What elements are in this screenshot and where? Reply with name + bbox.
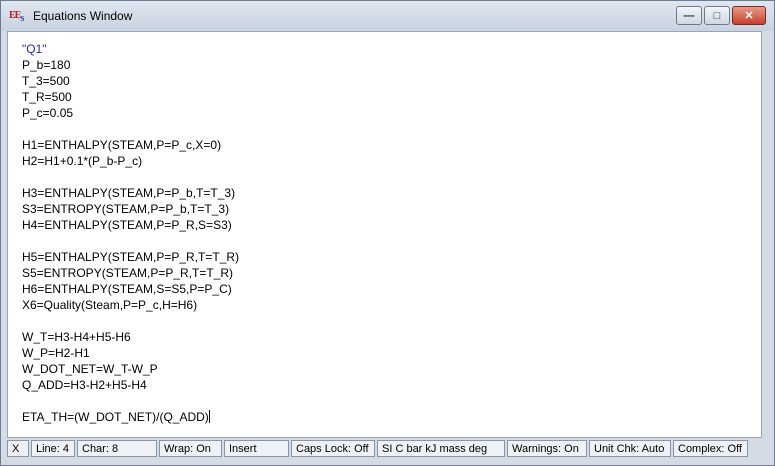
title-bar[interactable]: EES Equations Window — □ ✕ [1,1,774,31]
status-x: X [7,440,29,457]
blank-line[interactable] [22,233,239,249]
blank-line[interactable] [22,313,239,329]
close-button[interactable]: ✕ [732,6,766,25]
status-wrap[interactable]: Wrap: On [159,440,222,457]
equation-line[interactable]: W_DOT_NET=W_T-W_P [22,361,239,377]
equation-line[interactable]: W_P=H2-H1 [22,345,239,361]
equations-window: EES Equations Window — □ ✕ "Q1" P_b=180 T_… [0,0,775,466]
equation-line[interactable]: H6=ENTHALPY(STEAM,S=S5,P=P_C) [22,281,239,297]
equation-line[interactable]: ETA_TH=(W_DOT_NET)/(Q_ADD) [22,409,239,425]
equation-line[interactable]: Q_ADD=H3-H2+H5-H4 [22,377,239,393]
minimize-icon: — [683,9,695,22]
minimize-button[interactable]: — [676,6,702,25]
window-controls: — □ ✕ [676,6,766,26]
equation-line[interactable]: P_c=0.05 [22,105,239,121]
status-unit-check[interactable]: Unit Chk: Auto [589,440,671,457]
equation-line[interactable]: T_R=500 [22,89,239,105]
status-char: Char: 8 [77,440,157,457]
equation-line[interactable]: H4=ENTHALPY(STEAM,P=P_R,S=S3) [22,217,239,233]
maximize-icon: □ [713,9,721,22]
blank-line[interactable] [22,169,239,185]
status-bar: X Line: 4 Char: 8 Wrap: On Insert Caps L… [7,440,768,459]
equation-line[interactable]: S3=ENTROPY(STEAM,P=P_b,T=T_3) [22,201,239,217]
ees-app-icon[interactable]: EES [9,8,27,24]
equation-line[interactable]: P_b=180 [22,57,239,73]
equation-line[interactable]: X6=Quality(Steam,P=P_c,H=H6) [22,297,239,313]
status-unit-system[interactable]: SI C bar kJ mass deg [377,440,505,457]
equation-line[interactable]: H5=ENTHALPY(STEAM,P=P_R,T=T_R) [22,249,239,265]
status-line: Line: 4 [31,440,75,457]
status-warnings[interactable]: Warnings: On [507,440,587,457]
status-insert-mode[interactable]: Insert [224,440,289,457]
equation-line[interactable]: S5=ENTROPY(STEAM,P=P_R,T=T_R) [22,265,239,281]
blank-line[interactable] [22,121,239,137]
maximize-button[interactable]: □ [704,6,730,25]
status-caps-lock: Caps Lock: Off [291,440,375,457]
equation-line[interactable]: W_T=H3-H4+H5-H6 [22,329,239,345]
comment-line[interactable]: "Q1" [22,41,239,57]
blank-line[interactable] [22,393,239,409]
equation-line[interactable]: H3=ENTHALPY(STEAM,P=P_b,T=T_3) [22,185,239,201]
window-title: Equations Window [33,9,133,23]
status-complex[interactable]: Complex: Off [673,440,748,457]
equations-editor[interactable]: "Q1" P_b=180 T_3=500 T_R=500 P_c=0.05 H1=ENTH… [7,31,762,438]
close-icon: ✕ [744,10,754,22]
equation-line[interactable]: H2=H1+0.1*(P_b-P_c) [22,153,239,169]
equation-line[interactable]: T_3=500 [22,73,239,89]
text-caret [208,410,210,423]
vertical-scrollbar[interactable] [762,31,774,438]
equation-lines[interactable]: "Q1" P_b=180 T_3=500 T_R=500 P_c=0.05 H1=ENTH… [22,41,239,425]
equation-line[interactable]: H1=ENTHALPY(STEAM,P=P_c,X=0) [22,137,239,153]
